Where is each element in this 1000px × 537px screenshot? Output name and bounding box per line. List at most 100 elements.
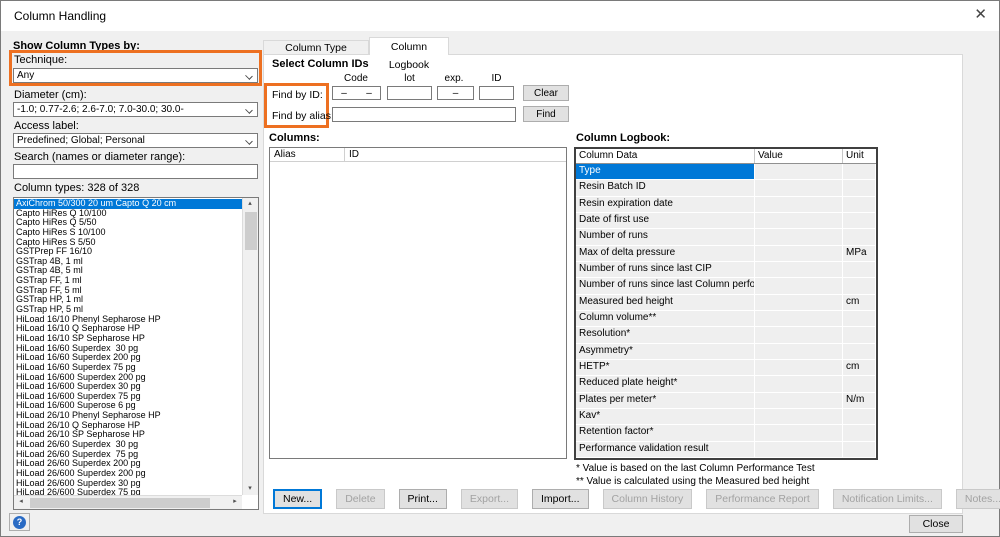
logbook-cell: Number of runs [576,229,755,245]
logbook-row[interactable]: Retention factor* [576,425,876,441]
export-button[interactable]: Export... [461,489,518,509]
title-bar: Column Handling ✕ [1,1,999,31]
columns-list[interactable]: Alias ID [269,147,567,459]
column-types-list[interactable]: AxiChrom 50/300 20 um Capto Q 20 cmCapto… [13,197,259,510]
logbook-row[interactable]: Reduced plate height* [576,376,876,392]
logbook-row[interactable]: Plates per meter*N/m [576,393,876,409]
scroll-up-icon[interactable]: ▴ [243,198,257,210]
technique-label: Technique: [14,54,67,66]
access-dropdown[interactable]: Predefined; Global; Personal [13,133,258,148]
logbook-cell [755,229,843,245]
logbook-cell [755,213,843,229]
logbook-cell [755,344,843,360]
logbook-cell [843,180,876,196]
logbook-cell [755,278,843,294]
tab-column-type-parameters[interactable]: Column Type Parameters [263,40,369,55]
logbook-cell [755,311,843,327]
logbook-header-row: Column Data Value Unit [576,149,876,164]
logbook-cell: HETP* [576,360,755,376]
columns-list-header: Alias ID [270,148,566,162]
notification-limits-button[interactable]: Notification Limits... [833,489,942,509]
technique-dropdown[interactable]: Any [13,68,258,83]
help-button[interactable]: ? [9,513,30,531]
search-label: Search (names or diameter range): [14,151,185,163]
exp-header: exp. [434,73,474,84]
logbook-row[interactable]: Number of runs since last CIP [576,262,876,278]
logbook-cell [755,295,843,311]
logbook-cell: Resolution* [576,327,755,343]
logbook-cell [843,213,876,229]
logbook-cell [755,442,843,458]
scroll-left-icon[interactable]: ◂ [14,496,28,508]
logbook-cell [755,376,843,392]
logbook-row[interactable]: HETP* cm [576,360,876,376]
logbook-row[interactable]: Asymmetry* [576,344,876,360]
logbook-row[interactable]: Resin Batch ID [576,180,876,196]
logbook-cell [843,409,876,425]
logbook-row[interactable]: Performance validation result [576,442,876,458]
scroll-right-icon[interactable]: ▸ [228,496,242,508]
logbook-row[interactable]: Resin expiration date [576,197,876,213]
dialog-title: Column Handling [14,9,106,23]
logbook-cell [843,344,876,360]
new-button[interactable]: New... [273,489,322,509]
column-logbook-heading: Column Logbook: [576,132,670,144]
scroll-down-icon[interactable]: ▾ [243,483,257,495]
logbook-cell [843,278,876,294]
logbook-header-unit: Unit [843,149,876,163]
logbook-cell: Number of runs since last CIP [576,262,755,278]
diameter-dropdown[interactable]: -1.0; 0.77-2.6; 2.6-7.0; 7.0-30.0; 30.0- [13,102,258,117]
logbook-row[interactable]: Measured bed heightcm [576,295,876,311]
logbook-cell [843,376,876,392]
logbook-cell: Resin Batch ID [576,180,755,196]
exp-input[interactable] [437,86,474,100]
close-button[interactable]: Close [909,515,963,533]
close-icon[interactable]: ✕ [974,7,987,23]
id-input[interactable] [479,86,514,100]
column-history-button[interactable]: Column History [603,489,693,509]
list-item[interactable]: HiLoad 26/600 Superdex 75 pg [14,488,242,495]
logbook-cell: Number of runs since last Column perform… [576,278,755,294]
logbook-row[interactable]: Date of first use [576,213,876,229]
logbook-row[interactable]: Column volume** [576,311,876,327]
delete-button[interactable]: Delete [336,489,384,509]
access-label: Access label: [14,120,79,132]
logbook-row[interactable]: Type [576,164,876,180]
tab-column-logbook[interactable]: Column Logbook [369,37,449,55]
logbook-row[interactable]: Number of runs since last Column perform… [576,278,876,294]
select-column-ids-heading: Select Column IDs [272,58,369,70]
footnote-bed-height: ** Value is calculated using the Measure… [576,476,809,487]
logbook-row[interactable]: Number of runs [576,229,876,245]
logbook-row[interactable]: Resolution* [576,327,876,343]
logbook-row[interactable]: Max of delta pressureMPa [576,246,876,262]
logbook-cell [843,311,876,327]
notes-button[interactable]: Notes... [956,489,1000,509]
vertical-scrollbar[interactable]: ▴ ▾ [242,198,258,495]
logbook-row[interactable]: Kav* [576,409,876,425]
logbook-cell [843,229,876,245]
show-column-types-heading: Show Column Types by: [13,40,140,52]
find-button[interactable]: Find [523,106,569,122]
find-by-alias-label: Find by alias: [272,110,334,122]
column-types-list-items: AxiChrom 50/300 20 um Capto Q 20 cmCapto… [14,199,242,495]
help-icon: ? [13,516,26,529]
clear-button[interactable]: Clear [523,85,569,101]
vertical-scroll-thumb[interactable] [245,212,257,250]
logbook-cell: cm [843,295,876,311]
print-button[interactable]: Print... [399,489,447,509]
import-button[interactable]: Import... [532,489,589,509]
code-header: Code [331,73,381,84]
search-input[interactable] [13,164,258,179]
code-input[interactable] [332,86,381,100]
logbook-cell: cm [843,360,876,376]
chevron-down-icon [246,73,252,79]
horizontal-scroll-thumb[interactable] [30,498,210,508]
action-button-row: New... Delete Print... Export... Import... Co… [273,489,893,509]
alias-input[interactable] [332,107,516,122]
logbook-cell [755,360,843,376]
lot-input[interactable] [387,86,432,100]
performance-report-button[interactable]: Performance Report [706,489,819,509]
horizontal-scrollbar[interactable]: ◂ ▸ [14,495,242,509]
logbook-cell [755,327,843,343]
logbook-cell [755,393,843,409]
